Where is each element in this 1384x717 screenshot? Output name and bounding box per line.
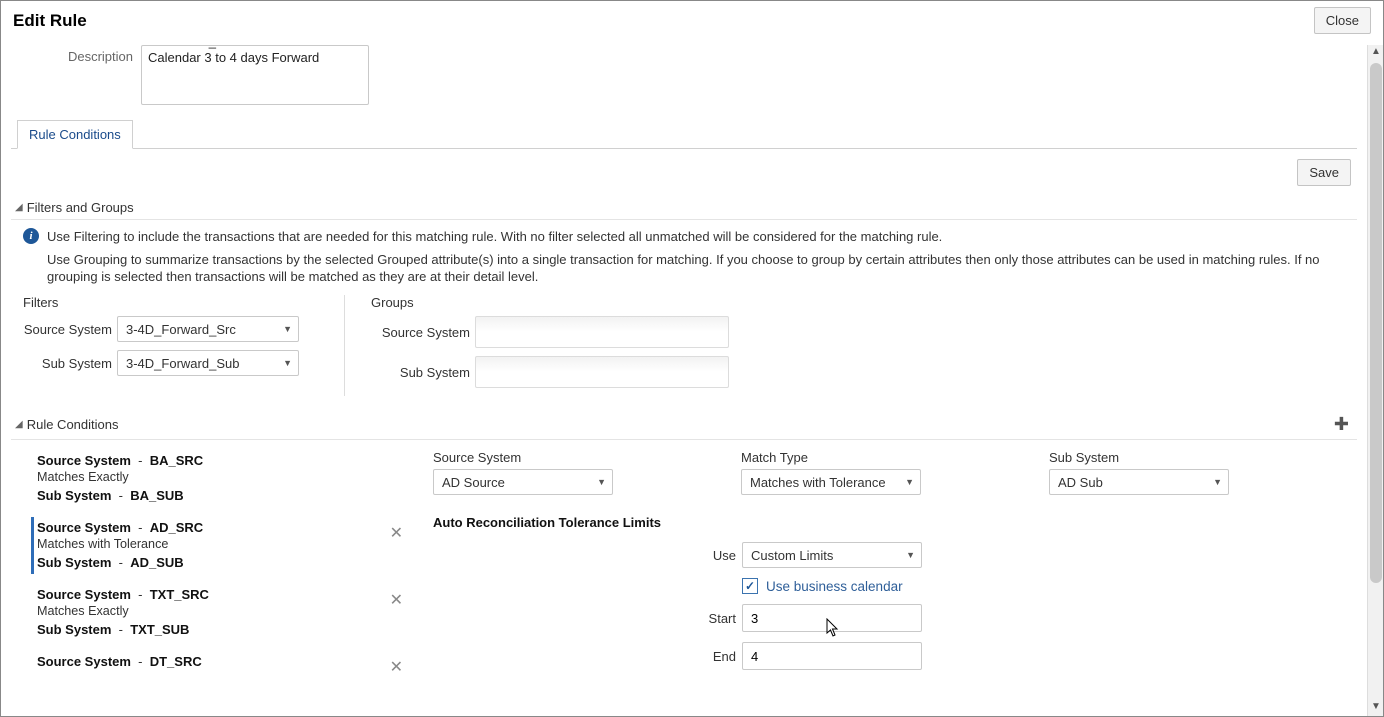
delete-condition-icon[interactable]: ✕ <box>390 657 403 677</box>
rule-condition-item[interactable]: Source System - AD_SRCMatches with Toler… <box>31 517 433 574</box>
groups-sub-system-label: Sub System <box>371 365 475 380</box>
collapse-icon: ◢ <box>15 419 23 430</box>
info-icon: i <box>23 228 39 244</box>
tolerance-title: Auto Reconciliation Tolerance Limits <box>433 515 1357 530</box>
filters-source-system-label: Source System <box>23 322 117 337</box>
description-line2: Calendar 3 to 4 days Forward <box>148 50 319 65</box>
dialog-title: Edit Rule <box>13 11 87 31</box>
filters-heading: Filters <box>23 295 332 310</box>
description-line1: 1 to 1 - 4D_Forward -- 1:1 Business <box>148 45 354 49</box>
use-business-calendar-checkbox[interactable]: ✓ <box>742 578 758 594</box>
section-filters-groups[interactable]: ◢ Filters and Groups <box>11 196 1357 220</box>
start-input[interactable] <box>742 604 922 632</box>
chevron-down-icon: ▼ <box>1213 477 1222 487</box>
start-label: Start <box>433 611 742 626</box>
info-text: Use Filtering to include the transaction… <box>47 228 1351 285</box>
filters-source-system-select[interactable]: 3-4D_Forward_Src ▼ <box>117 316 299 342</box>
groups-source-system-label: Source System <box>371 325 475 340</box>
rule-condition-item[interactable]: Source System - BA_SRCMatches ExactlySub… <box>31 450 433 507</box>
detail-sub-system-label: Sub System <box>1049 450 1357 465</box>
detail-sub-system-select[interactable]: AD Sub ▼ <box>1049 469 1229 495</box>
detail-match-type-select[interactable]: Matches with Tolerance ▼ <box>741 469 921 495</box>
detail-source-system-select[interactable]: AD Source ▼ <box>433 469 613 495</box>
description-textarea[interactable]: 1 to 1 - 4D_Forward -- 1:1 Business Cale… <box>141 45 369 105</box>
end-label: End <box>433 649 742 664</box>
use-label: Use <box>433 548 742 563</box>
use-select[interactable]: Custom Limits ▼ <box>742 542 922 568</box>
close-button[interactable]: Close <box>1314 7 1371 34</box>
scroll-down-icon[interactable]: ▼ <box>1368 700 1384 716</box>
section-rule-conditions[interactable]: ◢ Rule Conditions ✚ <box>11 410 1357 440</box>
collapse-icon: ◢ <box>15 202 23 213</box>
end-input[interactable] <box>742 642 922 670</box>
chevron-down-icon: ▼ <box>283 358 292 368</box>
description-label: Description <box>21 45 141 64</box>
groups-heading: Groups <box>371 295 729 310</box>
scrollbar-thumb[interactable] <box>1370 63 1382 583</box>
scroll-up-icon[interactable]: ▲ <box>1368 45 1384 61</box>
section-filters-title: Filters and Groups <box>27 200 134 215</box>
vertical-scrollbar[interactable]: ▲ ▼ <box>1367 45 1383 716</box>
chevron-down-icon: ▼ <box>283 324 292 334</box>
detail-match-type-label: Match Type <box>741 450 1049 465</box>
chevron-down-icon: ▼ <box>905 477 914 487</box>
rule-condition-list: Source System - BA_SRCMatches ExactlySub… <box>11 444 433 683</box>
detail-source-system-label: Source System <box>433 450 741 465</box>
chevron-down-icon: ▼ <box>597 477 606 487</box>
groups-sub-system-box[interactable] <box>475 356 729 388</box>
save-button[interactable]: Save <box>1297 159 1351 186</box>
add-rule-condition-icon[interactable]: ✚ <box>1334 414 1357 435</box>
use-business-calendar-label: Use business calendar <box>766 579 903 594</box>
filters-sub-system-select[interactable]: 3-4D_Forward_Sub ▼ <box>117 350 299 376</box>
chevron-down-icon: ▼ <box>906 550 915 560</box>
filters-sub-system-label: Sub System <box>23 356 117 371</box>
delete-condition-icon[interactable]: ✕ <box>390 590 403 610</box>
tab-rule-conditions[interactable]: Rule Conditions <box>17 120 133 149</box>
rule-condition-item[interactable]: Source System - TXT_SRCMatches ExactlySu… <box>31 584 433 641</box>
groups-source-system-box[interactable] <box>475 316 729 348</box>
rule-condition-item[interactable]: Source System - DT_SRC✕ <box>31 651 433 673</box>
section-rule-conditions-title: Rule Conditions <box>27 417 119 432</box>
delete-condition-icon[interactable]: ✕ <box>390 523 403 543</box>
